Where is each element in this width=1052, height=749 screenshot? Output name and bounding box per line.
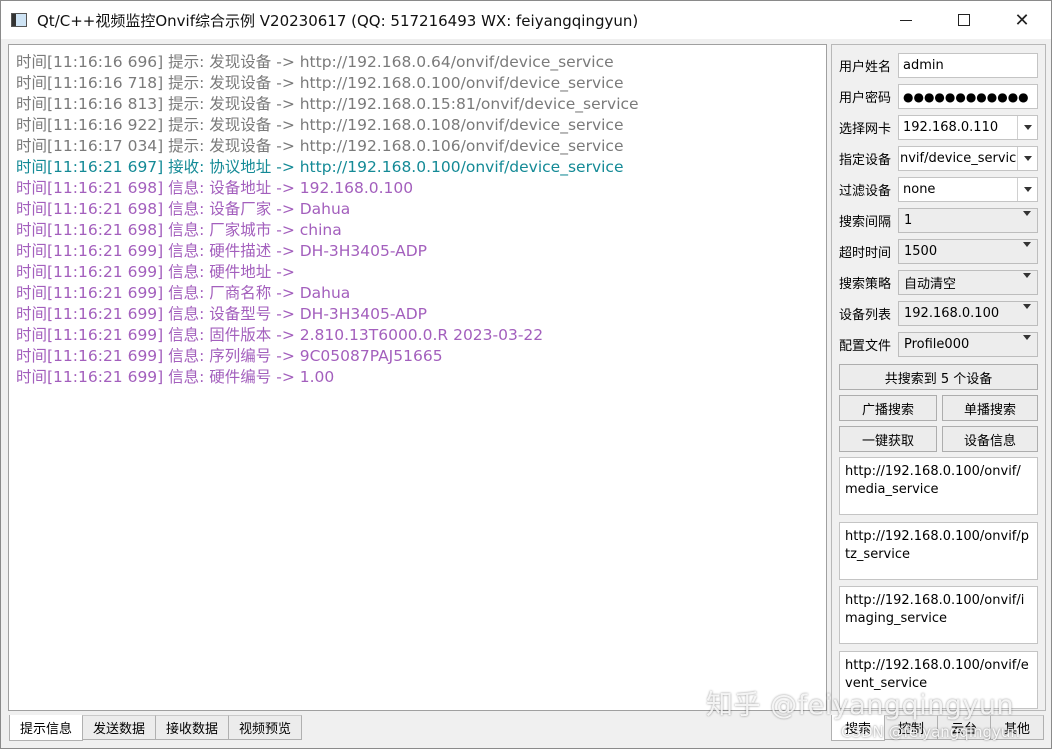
broadcast-search-button[interactable]: 广播搜索 — [839, 395, 937, 421]
nic-label: 选择网卡 — [839, 122, 892, 137]
log-line: 时间[11:16:17 034] 提示: 发现设备 -> http://192.… — [16, 137, 624, 155]
device-label: 指定设备 — [839, 153, 892, 168]
csdn-watermark: CSDN @feiyangqingyun — [841, 723, 1020, 741]
app-window: Qt/C++视频监控Onvif综合示例 V20230617 (QQ: 51721… — [0, 0, 1052, 749]
tab-send-data[interactable]: 发送数据 — [82, 715, 157, 740]
interval-value: 1 — [904, 213, 913, 228]
filter-value: none — [903, 182, 936, 197]
username-input[interactable]: admin — [898, 53, 1038, 78]
maximize-button[interactable] — [935, 1, 993, 39]
search-count-button[interactable]: 共搜索到 5 个设备 — [839, 364, 1038, 390]
strategy-label: 搜索策略 — [839, 277, 892, 292]
log-line: 时间[11:16:21 697] 接收: 协议地址 -> http://192.… — [16, 158, 624, 176]
chevron-down-icon — [1023, 187, 1032, 192]
strategy-combo[interactable]: 自动清空 — [898, 270, 1038, 295]
nic-row: 选择网卡 192.168.0.110 — [839, 115, 1039, 140]
title-bar[interactable]: Qt/C++视频监控Onvif综合示例 V20230617 (QQ: 51721… — [1, 1, 1051, 39]
password-label: 用户密码 — [839, 91, 892, 106]
log-line: 时间[11:16:21 699] 信息: 设备型号 -> DH-3H3405-A… — [16, 305, 428, 323]
one-click-fetch-button[interactable]: 一键获取 — [839, 426, 937, 452]
close-icon: ✕ — [1014, 9, 1030, 31]
tab-video-preview[interactable]: 视频预览 — [228, 715, 303, 740]
log-line: 时间[11:16:16 696] 提示: 发现设备 -> http://192.… — [16, 53, 614, 71]
tab-receive-data[interactable]: 接收数据 — [155, 715, 230, 740]
filter-row: 过滤设备 none — [839, 177, 1039, 202]
timeout-label: 超时时间 — [839, 246, 892, 261]
nic-dropdown-button[interactable] — [1017, 116, 1037, 139]
log-line: 时间[11:16:21 699] 信息: 硬件地址 -> — [16, 263, 295, 281]
chevron-down-icon — [1023, 125, 1032, 130]
interval-label: 搜索间隔 — [839, 215, 892, 230]
devlist-label: 设备列表 — [839, 308, 892, 323]
chevron-down-icon — [1023, 273, 1031, 293]
log-output[interactable]: 时间[11:16:16 696] 提示: 发现设备 -> http://192.… — [8, 44, 827, 711]
log-line: 时间[11:16:21 699] 信息: 硬件描述 -> DH-3H3405-A… — [16, 242, 428, 260]
log-line: 时间[11:16:21 698] 信息: 设备厂家 -> Dahua — [16, 200, 351, 218]
nic-value: 192.168.0.110 — [903, 120, 999, 135]
filter-label: 过滤设备 — [839, 184, 892, 199]
device-row: 指定设备 nvif/device_service — [839, 146, 1039, 171]
log-line: 时间[11:16:21 698] 信息: 设备地址 -> 192.168.0.1… — [16, 179, 414, 197]
tab-prompt-info[interactable]: 提示信息 — [9, 715, 84, 741]
password-row: 用户密码 ●●●●●●●●●●●● — [839, 84, 1039, 109]
zhihu-watermark: 知乎 @feiyangqingyun — [706, 690, 1015, 721]
interval-combo[interactable]: 1 — [898, 208, 1038, 233]
strategy-value: 自动清空 — [904, 277, 957, 292]
chevron-down-icon — [1023, 242, 1031, 262]
profile-label: 配置文件 — [839, 339, 892, 354]
timeout-value: 1500 — [904, 244, 938, 259]
ptz-service-url[interactable]: http://192.168.0.100/onvif/ptz_service — [839, 522, 1038, 580]
filter-dropdown-button[interactable] — [1017, 178, 1037, 201]
minimize-icon — [900, 19, 912, 21]
chevron-down-icon — [1023, 211, 1031, 231]
log-line: 时间[11:16:21 699] 信息: 固件版本 -> 2.810.13T60… — [16, 326, 544, 344]
log-line: 时间[11:16:16 718] 提示: 发现设备 -> http://192.… — [16, 74, 624, 92]
strategy-row: 搜索策略 自动清空 — [839, 270, 1039, 295]
window-title: Qt/C++视频监控Onvif综合示例 V20230617 (QQ: 51721… — [37, 11, 639, 30]
imaging-service-url[interactable]: http://192.168.0.100/onvif/imaging_servi… — [839, 586, 1038, 644]
devlist-value: 192.168.0.100 — [904, 306, 1000, 321]
log-line: 时间[11:16:21 699] 信息: 厂商名称 -> Dahua — [16, 284, 351, 302]
unicast-search-button[interactable]: 单播搜索 — [942, 395, 1038, 421]
log-line: 时间[11:16:16 922] 提示: 发现设备 -> http://192.… — [16, 116, 624, 134]
device-dropdown-button[interactable] — [1017, 147, 1037, 170]
log-line: 时间[11:16:21 698] 信息: 厂家城市 -> china — [16, 221, 342, 239]
profile-row: 配置文件 Profile000 — [839, 332, 1039, 357]
app-icon — [11, 13, 27, 27]
search-panel: 用户姓名 admin 用户密码 ●●●●●●●●●●●● 选择网卡 192.16… — [831, 44, 1046, 711]
devlist-combo[interactable]: 192.168.0.100 — [898, 301, 1038, 326]
devlist-row: 设备列表 192.168.0.100 — [839, 301, 1039, 326]
chevron-down-icon — [1023, 335, 1031, 355]
media-service-url[interactable]: http://192.168.0.100/onvif/media_service — [839, 457, 1038, 515]
timeout-combo[interactable]: 1500 — [898, 239, 1038, 264]
minimize-button[interactable] — [877, 1, 935, 39]
username-label: 用户姓名 — [839, 60, 892, 75]
device-value: nvif/device_service — [900, 151, 1025, 166]
interval-row: 搜索间隔 1 — [839, 208, 1039, 233]
chevron-down-icon — [1023, 304, 1031, 324]
chevron-down-icon — [1023, 156, 1032, 161]
log-line: 时间[11:16:21 699] 信息: 硬件编号 -> 1.00 — [16, 368, 335, 386]
profile-combo[interactable]: Profile000 — [898, 332, 1038, 357]
log-line: 时间[11:16:16 813] 提示: 发现设备 -> http://192.… — [16, 95, 639, 113]
close-button[interactable]: ✕ — [993, 1, 1051, 39]
device-info-button[interactable]: 设备信息 — [942, 426, 1038, 452]
device-combo[interactable]: nvif/device_service — [898, 146, 1038, 171]
log-line: 时间[11:16:21 699] 信息: 序列编号 -> 9C05087PAJ5… — [16, 347, 443, 365]
maximize-icon — [958, 14, 970, 26]
profile-value: Profile000 — [904, 337, 970, 352]
nic-combo[interactable]: 192.168.0.110 — [898, 115, 1038, 140]
filter-combo[interactable]: none — [898, 177, 1038, 202]
username-row: 用户姓名 admin — [839, 53, 1039, 78]
bottom-tabs-left: 提示信息 发送数据 接收数据 视频预览 — [9, 715, 303, 741]
password-input[interactable]: ●●●●●●●●●●●● — [898, 84, 1038, 109]
timeout-row: 超时时间 1500 — [839, 239, 1039, 264]
